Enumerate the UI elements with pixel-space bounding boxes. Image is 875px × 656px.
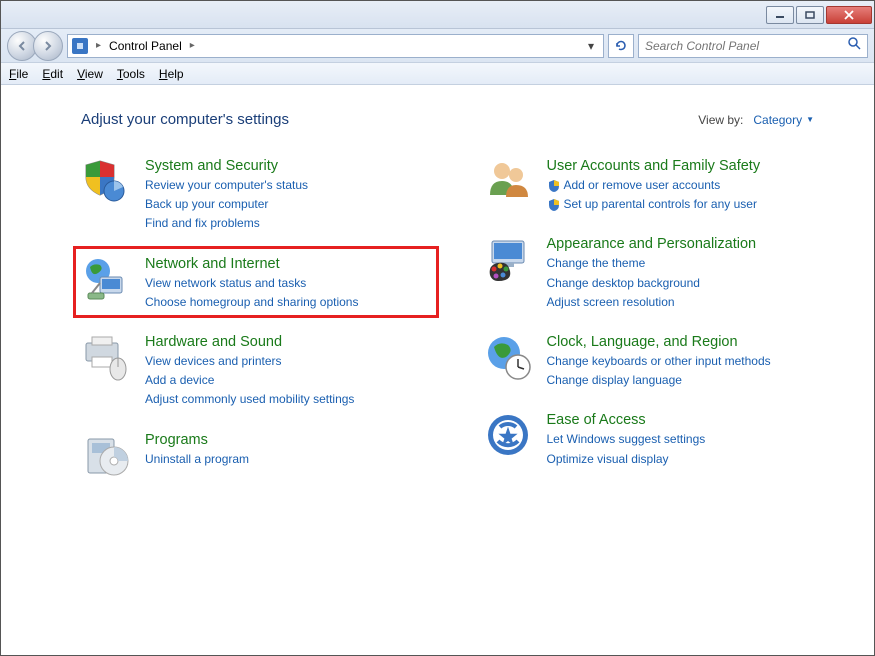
link-suggest-settings[interactable]: Let Windows suggest settings bbox=[547, 430, 706, 449]
page-heading: Adjust your computer's settings bbox=[81, 111, 289, 128]
category-title[interactable]: System and Security bbox=[145, 158, 308, 174]
monitor-palette-icon bbox=[483, 234, 533, 284]
forward-button[interactable] bbox=[33, 31, 63, 61]
shield-chart-icon bbox=[81, 156, 131, 206]
category-system-security: System and Security Review your computer… bbox=[81, 156, 433, 234]
clock-globe-icon bbox=[483, 332, 533, 382]
category-title[interactable]: Appearance and Personalization bbox=[547, 236, 757, 252]
shield-icon bbox=[547, 198, 561, 212]
link-keyboards[interactable]: Change keyboards or other input methods bbox=[547, 352, 771, 371]
viewby-dropdown[interactable]: Category ▼ bbox=[753, 113, 814, 127]
ease-access-icon bbox=[483, 410, 533, 460]
search-input[interactable] bbox=[645, 39, 841, 53]
link-display-lang[interactable]: Change display language bbox=[547, 371, 771, 390]
address-dropdown-icon[interactable]: ▾ bbox=[583, 39, 599, 53]
network-globe-icon bbox=[81, 254, 131, 304]
search-icon[interactable] bbox=[847, 36, 861, 55]
category-programs: Programs Uninstall a program bbox=[81, 430, 433, 480]
link-screen-res[interactable]: Adjust screen resolution bbox=[547, 293, 757, 312]
breadcrumb-chevron-icon[interactable]: ▸ bbox=[94, 40, 103, 51]
category-appearance: Appearance and Personalization Change th… bbox=[483, 234, 835, 312]
link-review-status[interactable]: Review your computer's status bbox=[145, 176, 308, 195]
search-box[interactable] bbox=[638, 34, 868, 58]
viewby-label: View by: bbox=[698, 113, 743, 127]
disc-box-icon bbox=[81, 430, 131, 480]
link-visual-display[interactable]: Optimize visual display bbox=[547, 450, 706, 469]
category-ease-access: Ease of Access Let Windows suggest setti… bbox=[483, 410, 835, 468]
shield-icon bbox=[547, 179, 561, 193]
category-hardware-sound: Hardware and Sound View devices and prin… bbox=[81, 332, 433, 410]
maximize-button[interactable] bbox=[796, 6, 824, 24]
link-mobility[interactable]: Adjust commonly used mobility settings bbox=[145, 390, 354, 409]
link-network-status[interactable]: View network status and tasks bbox=[145, 274, 358, 293]
control-panel-icon bbox=[72, 38, 88, 54]
link-add-remove-users[interactable]: Add or remove user accounts bbox=[547, 176, 761, 195]
menu-edit[interactable]: Edit bbox=[42, 67, 63, 81]
dropdown-triangle-icon: ▼ bbox=[806, 115, 814, 124]
breadcrumb-chevron-icon[interactable]: ▸ bbox=[188, 40, 197, 51]
link-homegroup[interactable]: Choose homegroup and sharing options bbox=[145, 293, 358, 312]
category-clock-language: Clock, Language, and Region Change keybo… bbox=[483, 332, 835, 390]
window-titlebar bbox=[1, 1, 874, 29]
category-title[interactable]: Clock, Language, and Region bbox=[547, 334, 771, 350]
address-toolbar: ▸ Control Panel ▸ ▾ bbox=[1, 29, 874, 63]
category-title[interactable]: User Accounts and Family Safety bbox=[547, 158, 761, 174]
menu-file[interactable]: File bbox=[9, 67, 28, 81]
menu-tools[interactable]: Tools bbox=[117, 67, 145, 81]
menu-bar: File Edit View Tools Help bbox=[1, 63, 874, 85]
content-area: Adjust your computer's settings View by:… bbox=[1, 85, 874, 510]
link-desktop-bg[interactable]: Change desktop background bbox=[547, 274, 757, 293]
menu-help[interactable]: Help bbox=[159, 67, 184, 81]
refresh-button[interactable] bbox=[608, 34, 634, 58]
category-title[interactable]: Ease of Access bbox=[547, 412, 706, 428]
link-parental-controls[interactable]: Set up parental controls for any user bbox=[547, 195, 761, 214]
view-by-control: View by: Category ▼ bbox=[698, 113, 814, 127]
close-button[interactable] bbox=[826, 6, 872, 24]
people-icon bbox=[483, 156, 533, 206]
category-title[interactable]: Hardware and Sound bbox=[145, 334, 354, 350]
category-user-accounts: User Accounts and Family Safety Add or r… bbox=[483, 156, 835, 214]
address-bar[interactable]: ▸ Control Panel ▸ ▾ bbox=[67, 34, 604, 58]
minimize-button[interactable] bbox=[766, 6, 794, 24]
printer-mouse-icon bbox=[81, 332, 131, 382]
breadcrumb-location[interactable]: Control Panel bbox=[109, 39, 182, 53]
menu-view[interactable]: View bbox=[77, 67, 103, 81]
link-add-device[interactable]: Add a device bbox=[145, 371, 354, 390]
link-devices-printers[interactable]: View devices and printers bbox=[145, 352, 354, 371]
link-fix-problems[interactable]: Find and fix problems bbox=[145, 214, 308, 233]
category-title[interactable]: Programs bbox=[145, 432, 249, 448]
category-title[interactable]: Network and Internet bbox=[145, 256, 358, 272]
category-network-internet: Network and Internet View network status… bbox=[81, 254, 433, 312]
link-backup[interactable]: Back up your computer bbox=[145, 195, 308, 214]
link-uninstall[interactable]: Uninstall a program bbox=[145, 450, 249, 469]
link-change-theme[interactable]: Change the theme bbox=[547, 254, 757, 273]
